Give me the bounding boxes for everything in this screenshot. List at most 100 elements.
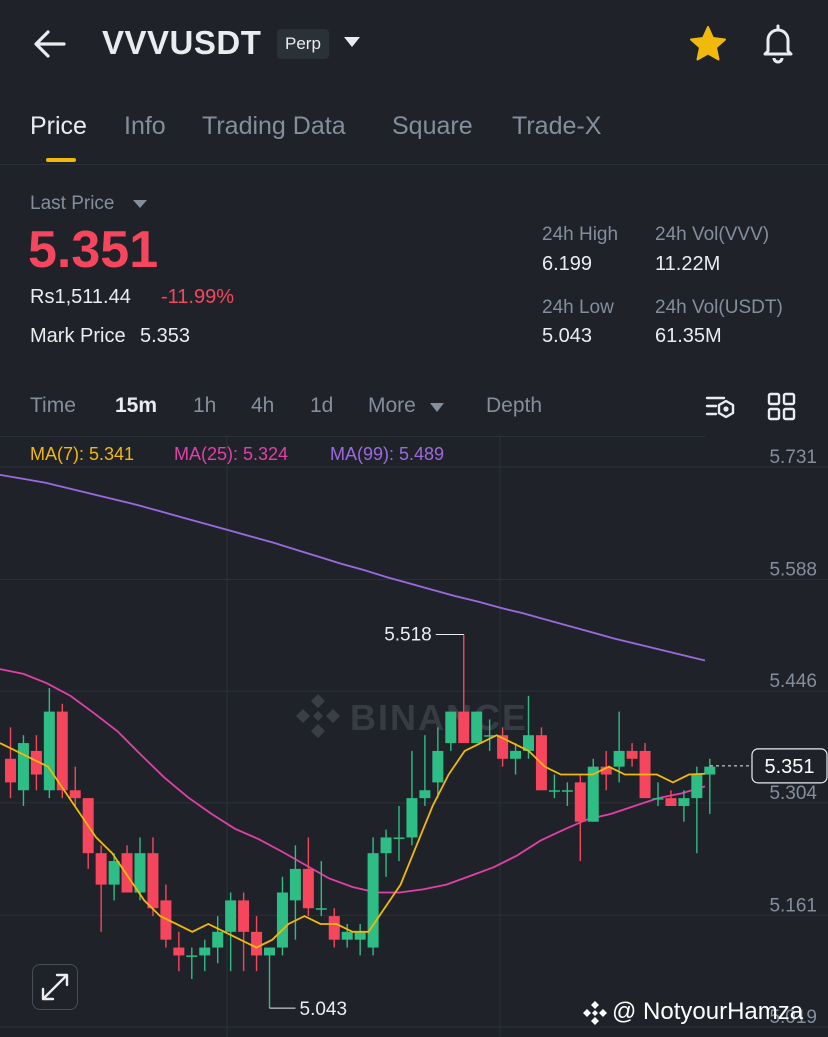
candle: [639, 743, 651, 799]
candle: [380, 829, 392, 877]
candle: [238, 892, 250, 972]
candle: [17, 735, 29, 806]
candle-body: [419, 790, 431, 799]
candle: [678, 790, 690, 822]
candle: [95, 845, 107, 932]
vol-base-value: 11.22M: [655, 253, 721, 275]
candle-body: [380, 837, 392, 854]
candle: [264, 947, 275, 1009]
last-price-label[interactable]: Last Price: [30, 193, 114, 215]
tab-info[interactable]: Info: [124, 112, 166, 141]
y-axis-tick: 5.446: [769, 671, 817, 692]
candle-body: [393, 837, 405, 839]
ma25-legend: MA(25): 5.324: [174, 444, 289, 464]
vol-quote-label: 24h Vol(USDT): [655, 297, 783, 318]
interval-time[interactable]: Time: [30, 394, 76, 418]
binance-logo-icon: [296, 694, 340, 738]
watermark-user: @ NotyourHamza: [612, 998, 804, 1025]
grid-layout-icon[interactable]: [766, 392, 800, 422]
candle-body: [574, 782, 586, 822]
binance-square-icon: [582, 1000, 608, 1031]
candle: [471, 711, 483, 744]
fullscreen-button[interactable]: [32, 964, 78, 1010]
candle-body: [626, 750, 638, 759]
max-price-annotation: 5.518: [384, 625, 432, 646]
low-24h-label: 24h Low: [542, 297, 614, 318]
mark-price-label: Mark Price: [30, 325, 126, 347]
interval-1h[interactable]: 1h: [193, 394, 216, 418]
tab-trading-data[interactable]: Trading Data: [202, 112, 346, 141]
chart-settings-icon[interactable]: [704, 392, 738, 422]
y-axis-tick: 5.731: [769, 447, 817, 468]
candle-body: [69, 790, 81, 799]
tab-trade-x[interactable]: Trade-X: [512, 112, 601, 141]
interval-depth[interactable]: Depth: [486, 394, 542, 418]
candle: [5, 727, 16, 799]
candle-body: [95, 853, 107, 885]
candle: [406, 750, 418, 846]
candle-body: [238, 900, 250, 932]
candle: [276, 876, 288, 956]
candle: [56, 703, 68, 799]
candle: [665, 790, 677, 806]
candle-body: [108, 861, 120, 885]
candle-body: [56, 711, 68, 791]
tab-square[interactable]: Square: [392, 112, 473, 141]
candle: [186, 947, 198, 980]
candle-body: [510, 750, 522, 759]
candle: [704, 758, 716, 814]
candle: [212, 916, 224, 964]
y-axis-tick: 5.588: [769, 559, 817, 580]
contract-type-badge[interactable]: Perp: [277, 29, 329, 59]
candle: [134, 837, 146, 901]
arrow-left-icon[interactable]: [30, 26, 70, 62]
more-caret-icon[interactable]: [430, 403, 444, 412]
candlestick-chart[interactable]: BINANCE 5.518 5.043 5.731 5.588 5.446 5.304 5…: [0, 437, 828, 1037]
high-24h-label: 24h High: [542, 224, 619, 245]
candle: [574, 774, 586, 862]
candle-body: [276, 892, 288, 948]
interval-more[interactable]: More: [368, 394, 416, 418]
candle: [328, 908, 340, 948]
candle: [510, 743, 522, 775]
active-tab-indicator: [46, 158, 76, 162]
candle-body: [289, 868, 301, 901]
header: VVVUSDT Perp: [0, 0, 828, 90]
tab-price[interactable]: Price: [30, 112, 87, 141]
candle: [82, 798, 94, 869]
candle-body: [548, 790, 560, 792]
tab-bar: Price Info Trading Data Square Trade-X: [0, 100, 828, 165]
candle-body: [561, 790, 573, 792]
candle-body: [173, 947, 185, 956]
candle-body: [406, 798, 418, 838]
ma99-legend: MA(99): 5.489: [330, 444, 445, 464]
ma7-legend: MA(7): 5.341: [30, 444, 135, 464]
y-axis-tick: 5.304: [769, 783, 817, 804]
current-price-label: 5.351: [764, 756, 814, 778]
high-24h-value: 6.199: [542, 253, 593, 275]
candle: [173, 931, 185, 972]
mark-price: 5.353: [140, 325, 191, 347]
min-price-annotation: 5.043: [300, 999, 348, 1020]
caret-down-icon[interactable]: [133, 200, 147, 208]
pair-title[interactable]: VVVUSDT: [102, 24, 261, 62]
expand-icon: [41, 973, 69, 1001]
interval-4h[interactable]: 4h: [251, 394, 274, 418]
fiat-price: Rs1,511.44: [30, 286, 131, 308]
candle: [315, 861, 327, 917]
candle-body: [432, 750, 444, 783]
candle-body: [186, 955, 198, 957]
candle: [354, 923, 366, 956]
candle: [367, 837, 379, 956]
candle-body: [652, 798, 664, 800]
candle-body: [17, 743, 29, 791]
bell-icon[interactable]: [758, 22, 798, 64]
interval-1d[interactable]: 1d: [310, 394, 333, 418]
chevron-down-icon[interactable]: [344, 37, 360, 47]
interval-15m[interactable]: 15m: [115, 394, 157, 418]
star-icon[interactable]: [688, 24, 728, 64]
candle-body: [471, 711, 483, 744]
vol-quote-value: 61.35M: [655, 325, 722, 347]
candle-body: [328, 916, 340, 940]
candle-body: [613, 750, 625, 767]
